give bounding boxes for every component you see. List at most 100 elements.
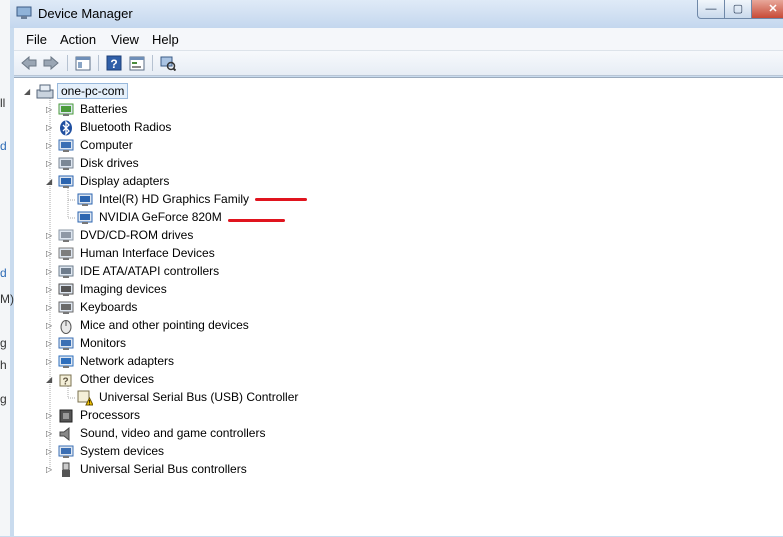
- expand-arrow-icon[interactable]: ▷: [46, 340, 54, 348]
- tree-category-label[interactable]: Keyboards: [80, 300, 137, 314]
- background-text: g: [0, 392, 7, 406]
- expand-arrow-icon[interactable]: ▷: [46, 466, 54, 474]
- expand-arrow-icon[interactable]: ▷: [46, 142, 54, 150]
- mouse-icon: [58, 318, 74, 334]
- expand-arrow-icon[interactable]: ▷: [46, 106, 54, 114]
- show-hide-console-tree-icon[interactable]: [74, 54, 92, 72]
- tree-category-row[interactable]: ▷ DVD/CD-ROM drives: [14, 227, 414, 245]
- network-icon: [58, 354, 74, 370]
- background-window-strip: ll d d M) g h g: [0, 0, 14, 536]
- tree-category-label[interactable]: DVD/CD-ROM drives: [80, 228, 193, 242]
- system-device-icon: [58, 444, 74, 460]
- expand-arrow-icon[interactable]: ▷: [46, 250, 54, 258]
- tree-category-label[interactable]: IDE ATA/ATAPI controllers: [80, 264, 219, 278]
- menu-help[interactable]: Help: [152, 32, 179, 47]
- properties-icon[interactable]: [128, 54, 146, 72]
- tree-device-label[interactable]: Universal Serial Bus (USB) Controller: [99, 390, 298, 404]
- title-bar[interactable]: Device Manager — ▢ ✕: [10, 0, 783, 28]
- tree-category-row[interactable]: ▷ Disk drives: [14, 155, 414, 173]
- menu-action[interactable]: Action: [60, 32, 96, 47]
- tree-category-label[interactable]: Mice and other pointing devices: [80, 318, 249, 332]
- disk-drive-icon: [58, 156, 74, 172]
- tree-category-label[interactable]: Bluetooth Radios: [80, 120, 171, 134]
- tree-device-row[interactable]: ! Universal Serial Bus (USB) Controller: [14, 389, 414, 407]
- expand-arrow-icon[interactable]: ▷: [46, 322, 54, 330]
- expand-arrow-icon[interactable]: ▷: [46, 286, 54, 294]
- collapse-arrow-icon[interactable]: ◢: [46, 178, 54, 186]
- tree-category-row[interactable]: ◢? Other devices: [14, 371, 414, 389]
- forward-arrow-icon[interactable]: [42, 54, 60, 72]
- expand-arrow-icon[interactable]: ▷: [46, 358, 54, 366]
- tree-category-row[interactable]: ▷ Keyboards: [14, 299, 414, 317]
- red-annotation-mark: [228, 219, 285, 222]
- menu-file[interactable]: File: [26, 32, 47, 47]
- expand-arrow-icon[interactable]: ▷: [46, 268, 54, 276]
- expand-arrow-icon[interactable]: ▷: [46, 304, 54, 312]
- tree-category-row[interactable]: ▷ Batteries: [14, 101, 414, 119]
- tree-category-row[interactable]: ▷ Sound, video and game controllers: [14, 425, 414, 443]
- tree-category-label[interactable]: Network adapters: [80, 354, 174, 368]
- tree-category-label[interactable]: Monitors: [80, 336, 126, 350]
- tree-category-label[interactable]: Disk drives: [80, 156, 139, 170]
- tree-category-row[interactable]: ▷ Network adapters: [14, 353, 414, 371]
- tree-category-label[interactable]: Universal Serial Bus controllers: [80, 462, 247, 476]
- device-tree: ◢ one-pc-com ▷ Batteries ▷ Bluetooth Radios…: [14, 77, 783, 536]
- tree-category-row[interactable]: ◢ Display adapters: [14, 173, 414, 191]
- expand-arrow-icon[interactable]: ▷: [46, 232, 54, 240]
- tree-category-row[interactable]: ▷ Computer: [14, 137, 414, 155]
- expand-arrow-icon[interactable]: ▷: [46, 160, 54, 168]
- tree-category-label[interactable]: Other devices: [80, 372, 154, 386]
- collapse-arrow-icon[interactable]: ◢: [24, 88, 32, 96]
- help-icon[interactable]: ?: [105, 54, 123, 72]
- tree-device-label[interactable]: NVIDIA GeForce 820M: [99, 210, 222, 224]
- tree-category-label[interactable]: Sound, video and game controllers: [80, 426, 265, 440]
- menu-view[interactable]: View: [111, 32, 139, 47]
- expand-arrow-icon[interactable]: ▷: [46, 412, 54, 420]
- speaker-icon: [58, 426, 74, 442]
- svg-text:?: ?: [62, 377, 68, 388]
- tree-category-row[interactable]: ▷ Imaging devices: [14, 281, 414, 299]
- expand-arrow-icon[interactable]: ▷: [46, 448, 54, 456]
- collapse-arrow-icon[interactable]: ◢: [46, 376, 54, 384]
- display-adapter-icon: [77, 210, 93, 226]
- tree-category-label[interactable]: Display adapters: [80, 174, 169, 188]
- tree-category-row[interactable]: ▷ Human Interface Devices: [14, 245, 414, 263]
- tree-root[interactable]: ◢ one-pc-com: [24, 83, 224, 101]
- tree-root-label[interactable]: one-pc-com: [57, 83, 129, 99]
- usb-icon: [58, 462, 74, 478]
- tree-category-row[interactable]: ▷ Universal Serial Bus controllers: [14, 461, 414, 479]
- keyboard-icon: [58, 300, 74, 316]
- tree-device-row[interactable]: NVIDIA GeForce 820M: [14, 209, 414, 227]
- maximize-button[interactable]: ▢: [724, 0, 752, 19]
- close-button[interactable]: ✕: [751, 0, 783, 19]
- dvd-drive-icon: [58, 228, 74, 244]
- warning-device-icon: !: [77, 390, 94, 407]
- tree-category-row[interactable]: ▷ Mice and other pointing devices: [14, 317, 414, 335]
- background-text: M): [0, 292, 14, 306]
- tree-category-label[interactable]: Computer: [80, 138, 133, 152]
- tree-category-label[interactable]: Human Interface Devices: [80, 246, 215, 260]
- display-adapter-icon: [77, 192, 93, 208]
- tree-category-row[interactable]: ▷ Monitors: [14, 335, 414, 353]
- tree-device-label[interactable]: Intel(R) HD Graphics Family: [99, 192, 249, 206]
- tree-category-label[interactable]: Processors: [80, 408, 140, 422]
- tree-category-label[interactable]: Batteries: [80, 102, 127, 116]
- tree-category-label[interactable]: System devices: [80, 444, 164, 458]
- svg-text:?: ?: [110, 57, 117, 71]
- tree-category-row[interactable]: ▷ Bluetooth Radios: [14, 119, 414, 137]
- minimize-button[interactable]: —: [697, 0, 725, 19]
- scan-hardware-icon[interactable]: [159, 54, 177, 72]
- expand-arrow-icon[interactable]: ▷: [46, 124, 54, 132]
- background-text: h: [0, 358, 7, 372]
- tree-category-row[interactable]: ▷ System devices: [14, 443, 414, 461]
- tree-device-row[interactable]: Intel(R) HD Graphics Family: [14, 191, 414, 209]
- back-arrow-icon[interactable]: [20, 54, 38, 72]
- tree-category-row[interactable]: ▷ IDE ATA/ATAPI controllers: [14, 263, 414, 281]
- background-text: d: [0, 266, 7, 280]
- expand-arrow-icon[interactable]: ▷: [46, 430, 54, 438]
- device-manager-icon: [16, 6, 32, 20]
- background-text: g: [0, 336, 7, 350]
- background-text: ll: [0, 96, 6, 110]
- tree-category-row[interactable]: ▷ Processors: [14, 407, 414, 425]
- tree-category-label[interactable]: Imaging devices: [80, 282, 167, 296]
